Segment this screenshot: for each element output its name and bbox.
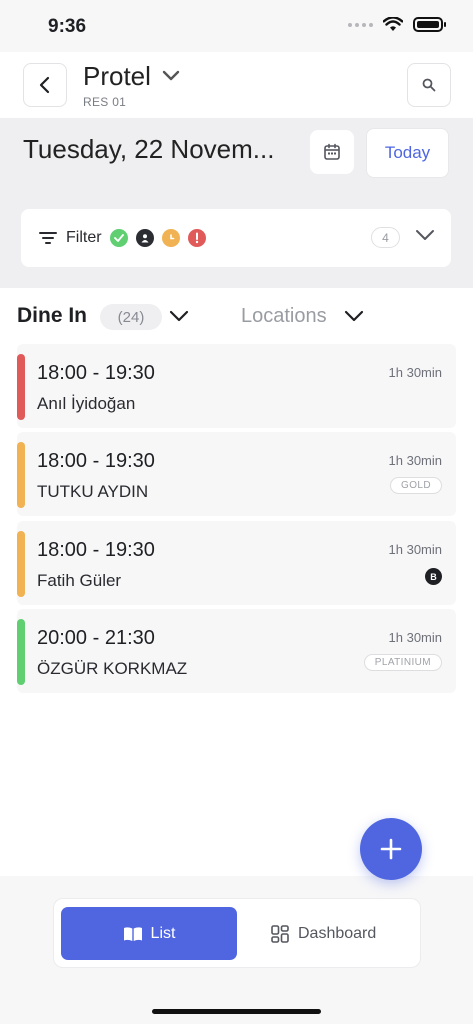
- date-bar: Tuesday, 22 Novem... Today Filter 4: [0, 118, 473, 288]
- filter-icon: [39, 232, 57, 244]
- header: Protel RES 01: [0, 52, 473, 118]
- guest-name: Anıl İyidoğan: [37, 394, 136, 413]
- status-color-bar: [17, 354, 25, 420]
- chevron-down-icon[interactable]: [415, 229, 435, 241]
- chevron-down-icon[interactable]: [344, 310, 364, 322]
- search-button[interactable]: [407, 63, 451, 107]
- selected-date[interactable]: Tuesday, 22 Novem...: [23, 134, 274, 165]
- person-status-icon[interactable]: [135, 229, 154, 247]
- reservation-duration: 1h 30min: [388, 365, 442, 380]
- chevron-down-icon[interactable]: [169, 310, 189, 322]
- membership-tag: PLATINIUM: [363, 654, 442, 671]
- check-status-icon[interactable]: [109, 229, 128, 247]
- chevron-down-icon[interactable]: [162, 70, 180, 82]
- section-count-badge: (24): [100, 304, 162, 330]
- restaurant-code: RES 01: [83, 95, 127, 109]
- status-icons: [348, 17, 446, 32]
- guest-name: ÖZGÜR KORKMAZ: [37, 659, 188, 678]
- reservation-time: 20:00 - 21:30: [37, 627, 155, 649]
- bottom-nav: List Dashboard: [53, 898, 421, 968]
- reservation-list-area: Dine In (24) Locations 18:00 - 19:30 Anı…: [0, 288, 473, 876]
- guest-name: TUTKU AYDIN: [37, 482, 149, 501]
- reservation-time: 18:00 - 19:30: [37, 539, 155, 561]
- status-color-bar: [17, 531, 25, 597]
- clock-status-icon[interactable]: [161, 229, 180, 247]
- reservation-card[interactable]: 18:00 - 19:30 Anıl İyidoğan 1h 30min: [17, 344, 456, 428]
- dashboard-icon: [271, 924, 289, 943]
- calendar-button[interactable]: [310, 130, 354, 174]
- reservation-duration: 1h 30min: [388, 542, 442, 557]
- reservation-duration: 1h 30min: [388, 630, 442, 645]
- filter-card[interactable]: Filter 4: [21, 209, 451, 267]
- reservation-time: 18:00 - 19:30: [37, 362, 155, 384]
- battery-icon: [413, 17, 446, 32]
- today-button[interactable]: Today: [366, 128, 449, 178]
- plus-icon: [380, 838, 402, 860]
- filter-count-badge: 4: [371, 227, 400, 248]
- guest-badge: B: [425, 568, 442, 585]
- filter-label: Filter: [66, 229, 102, 246]
- chevron-left-icon: [39, 76, 50, 94]
- tab-list[interactable]: List: [61, 907, 237, 960]
- search-icon: [422, 78, 436, 92]
- status-time: 9:36: [48, 16, 87, 37]
- reservation-card[interactable]: 20:00 - 21:30 ÖZGÜR KORKMAZ 1h 30min PLA…: [17, 609, 456, 693]
- wifi-icon: [383, 17, 403, 31]
- back-button[interactable]: [23, 63, 67, 107]
- reservation-time: 18:00 - 19:30: [37, 450, 155, 472]
- calendar-icon: [324, 143, 340, 160]
- status-color-bar: [17, 442, 25, 508]
- tab-dashboard-label: Dashboard: [298, 924, 377, 942]
- tab-list-label: List: [150, 924, 176, 942]
- alert-status-icon[interactable]: [187, 229, 206, 247]
- section-title[interactable]: Dine In: [17, 304, 87, 328]
- status-color-bar: [17, 619, 25, 685]
- app-title[interactable]: Protel: [83, 61, 151, 92]
- reservation-card[interactable]: 18:00 - 19:30 Fatih Güler 1h 30min B: [17, 521, 456, 605]
- locations-dropdown[interactable]: Locations: [241, 305, 327, 328]
- home-indicator: [152, 1009, 321, 1014]
- status-bar: 9:36: [0, 0, 473, 52]
- add-reservation-button[interactable]: [360, 818, 422, 880]
- reservation-duration: 1h 30min: [388, 453, 442, 468]
- signal-icon: [348, 22, 373, 27]
- reservation-card[interactable]: 18:00 - 19:30 TUTKU AYDIN 1h 30min GOLD: [17, 432, 456, 516]
- tab-dashboard[interactable]: Dashboard: [254, 907, 414, 960]
- guest-name: Fatih Güler: [37, 571, 122, 590]
- book-icon: [123, 926, 142, 941]
- membership-tag: GOLD: [390, 477, 442, 494]
- section-header: Dine In (24) Locations: [17, 302, 457, 332]
